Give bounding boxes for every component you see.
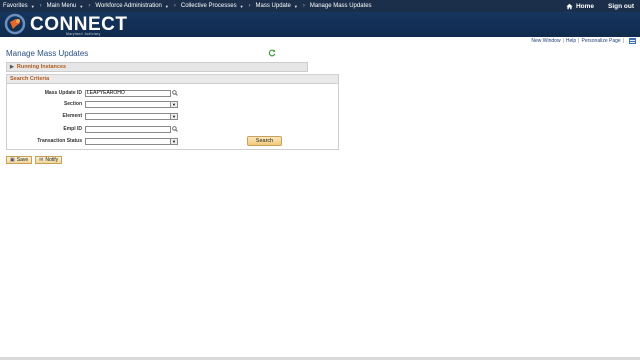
save-label: Save: [16, 157, 29, 163]
link-separator: |: [622, 38, 624, 44]
search-criteria-box: Search Criteria Mass Update ID LEAPYEARO…: [6, 74, 339, 150]
empl-id-row: Empl ID: [7, 125, 179, 133]
page-title: Manage Mass Updates: [6, 49, 89, 58]
menu-collective-label: Collective Processes: [180, 3, 237, 9]
menu-favorites-label: Favorites: [3, 3, 28, 9]
magnifier-icon-svg: [172, 89, 178, 96]
search-button[interactable]: Search: [247, 136, 282, 146]
section-select[interactable]: ▼: [85, 100, 178, 108]
running-instances-label: Running Instances: [16, 64, 67, 70]
search-criteria-header: Search Criteria: [7, 75, 338, 84]
new-window-link[interactable]: New Window: [531, 38, 560, 44]
home-icon: [566, 3, 573, 9]
menu-manage-mass-updates[interactable]: Manage Mass Updates: [307, 0, 375, 12]
empl-id-input[interactable]: [85, 125, 171, 133]
chevron-down-icon: ▼: [170, 113, 177, 119]
grid-icon[interactable]: [629, 38, 636, 44]
element-label: Element: [62, 113, 82, 119]
header-banner: CONNECT Maryland Judiciary: [0, 12, 640, 37]
transaction-status-label: Transaction Status: [37, 138, 82, 144]
menu-main-menu-label: Main Menu: [46, 3, 77, 9]
bottom-toolbar: ▣ Save ✉ Notify: [6, 156, 63, 164]
running-instances-section[interactable]: ▶ Running Instances: [6, 62, 308, 72]
section-row: Section ▼: [7, 100, 178, 108]
notify-button[interactable]: ✉ Notify: [35, 156, 63, 164]
menu-mass-update[interactable]: Mass Update ▼: [253, 0, 301, 12]
refresh-icon-svg: [268, 49, 276, 57]
menu-collective-processes[interactable]: Collective Processes ▼: [178, 0, 247, 12]
magnifier-icon[interactable]: [172, 89, 179, 97]
chevron-down-icon: ▼: [79, 3, 84, 9]
chevron-down-icon: ▼: [30, 3, 35, 9]
section-label: Section: [63, 101, 82, 107]
menu-manage-label: Manage Mass Updates: [309, 3, 372, 9]
refresh-icon[interactable]: [268, 49, 276, 57]
signout-link[interactable]: Sign out: [608, 3, 634, 10]
magnifier-icon-svg: [172, 125, 178, 132]
mass-update-id-input[interactable]: LEAPYEAROHO: [85, 89, 171, 97]
chevron-down-icon: ▼: [239, 3, 244, 9]
help-link[interactable]: Help: [566, 38, 576, 44]
mass-update-id-label: Mass Update ID: [44, 90, 82, 96]
expand-triangle-icon: ▶: [10, 64, 14, 70]
menu-favorites[interactable]: Favorites ▼: [0, 0, 38, 12]
top-menubar: Favorites ▼ › Main Menu ▼ › Workforce Admi…: [0, 0, 640, 12]
logo-mark-icon: [4, 13, 26, 35]
magnifier-icon[interactable]: [172, 125, 179, 133]
link-separator: |: [578, 38, 580, 44]
empl-id-label: Empl ID: [63, 126, 82, 132]
menu-workforce-label: Workforce Administration: [95, 3, 162, 9]
notify-label: Notify: [45, 157, 59, 163]
transaction-status-select[interactable]: ▼: [85, 137, 178, 145]
menu-workforce-administration[interactable]: Workforce Administration ▼: [92, 0, 172, 12]
chevron-down-icon: ▼: [170, 138, 177, 144]
transaction-status-row: Transaction Status ▼: [7, 137, 178, 145]
save-button[interactable]: ▣ Save: [6, 156, 33, 164]
notify-envelope-icon: ✉: [39, 157, 44, 163]
element-select[interactable]: ▼: [85, 112, 178, 120]
home-label: Home: [575, 2, 594, 10]
mass-update-id-row: Mass Update ID LEAPYEAROHO: [7, 89, 179, 97]
menu-main-menu[interactable]: Main Menu ▼: [44, 0, 87, 12]
menu-mass-update-label: Mass Update: [255, 3, 291, 9]
personalize-page-link[interactable]: Personalize Page: [581, 38, 620, 44]
chevron-down-icon: ▼: [293, 3, 298, 9]
chevron-down-icon: ▼: [170, 101, 177, 107]
link-separator: |: [562, 38, 564, 44]
home-link[interactable]: Home: [566, 3, 594, 10]
page-toplinks: New Window | Help | Personalize Page |: [531, 38, 636, 44]
logo-subtitle: Maryland Judiciary: [66, 32, 101, 36]
menubar-right: Home Sign out: [566, 0, 634, 12]
save-disk-icon: ▣: [10, 157, 15, 163]
element-row: Element ▼: [7, 112, 178, 120]
chevron-down-icon: ▼: [164, 3, 169, 9]
